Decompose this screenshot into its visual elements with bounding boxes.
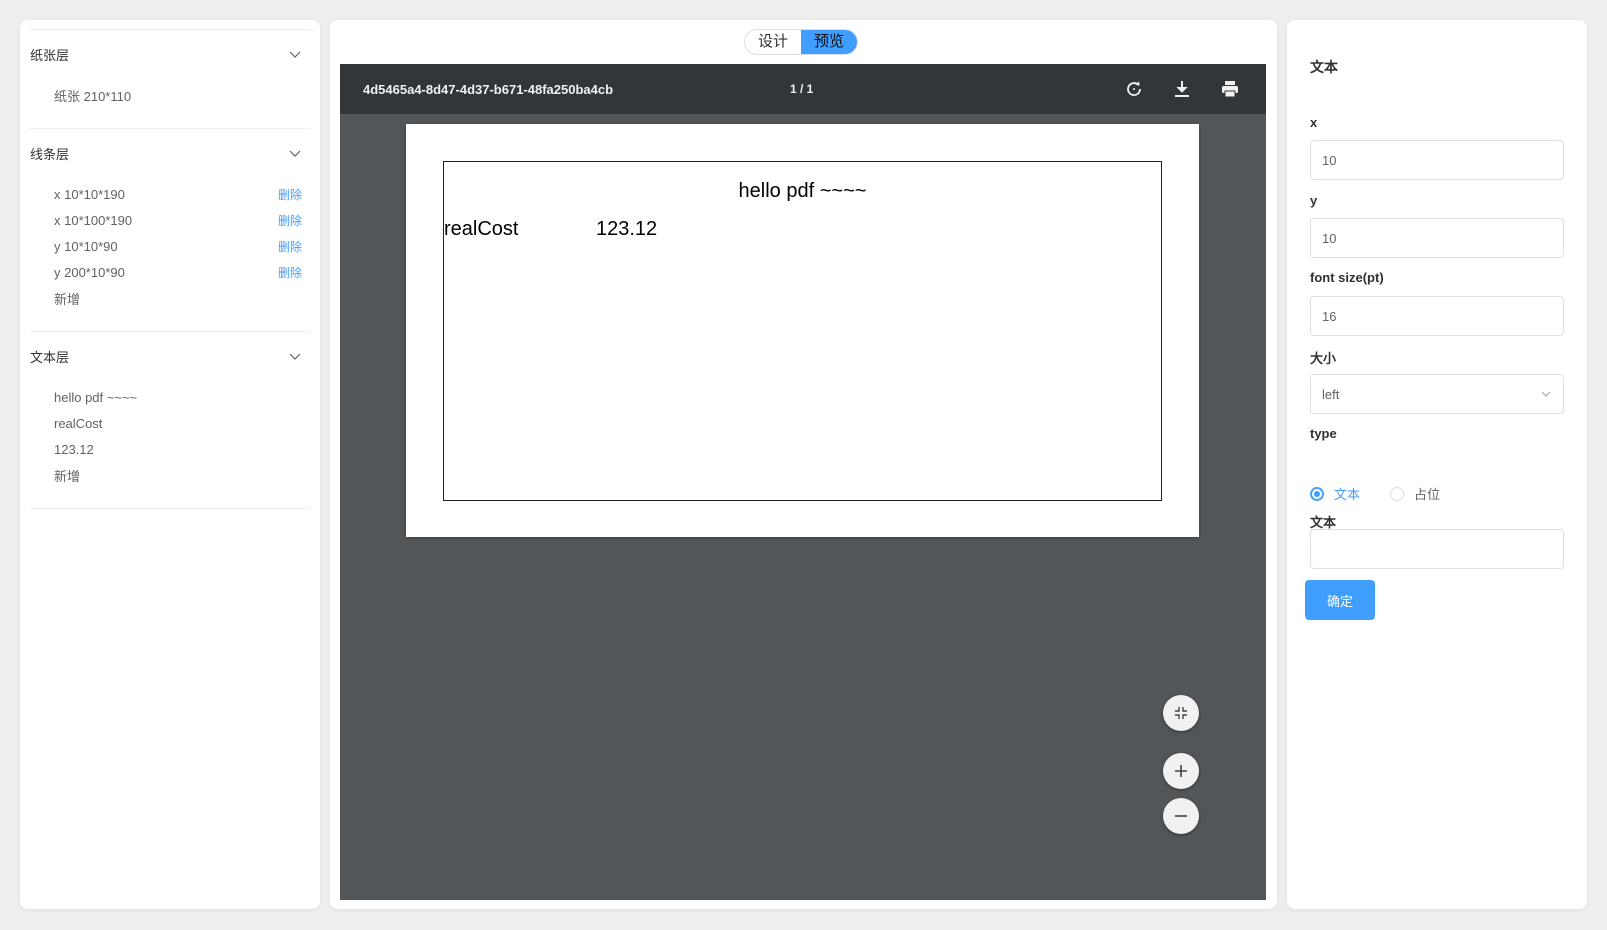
align-label: 大小 [1310,351,1337,366]
preview-mode-button[interactable]: 预览 [801,30,858,54]
preview-panel: 设计 预览 4d5465a4-8d47-4d37-b671-48fa250ba4… [330,20,1277,909]
delete-link[interactable]: 删除 [278,186,302,203]
document-title: 4d5465a4-8d47-4d37-b671-48fa250ba4cb [363,81,614,97]
text-input[interactable] [1310,529,1564,569]
type-radio-placeholder[interactable]: 占位 [1390,484,1440,503]
chevron-down-icon [289,353,301,360]
pdf-page: hello pdf ~~~~ realCost 123.12 [406,124,1199,537]
section-title: 纸张层 [30,47,70,63]
type-radio-text[interactable]: 文本 [1310,484,1360,503]
list-item: x 10*10*190 删除 [54,181,310,207]
delete-link[interactable]: 删除 [278,238,302,255]
chevron-down-icon [289,150,301,157]
zoom-out-icon [1175,815,1187,817]
list-item: realCost [54,410,310,436]
chevron-down-icon [1541,391,1551,397]
type-radio-group: 文本 占位 [1310,484,1440,503]
properties-panel: 文本 x y font size(pt) 大小 left type 文本 占位 … [1287,20,1587,909]
zoom-in-icon [1175,765,1187,777]
type-label: type [1310,426,1337,441]
y-input[interactable] [1310,218,1564,258]
x-input[interactable] [1310,140,1564,180]
layer-panel: 纸张层 纸张 210*110 线条层 x 10*10*190 删除 x 10*1… [20,20,320,909]
item-label[interactable]: hello pdf ~~~~ [54,390,137,405]
section-body: x 10*10*190 删除 x 10*100*190 删除 y 10*10*9… [30,177,310,331]
align-select[interactable]: left [1310,374,1564,414]
print-icon[interactable] [1218,77,1242,101]
add-text-link[interactable]: 新增 [54,466,80,485]
delete-link[interactable]: 删除 [278,264,302,281]
rotate-icon[interactable] [1122,77,1146,101]
add-line-link[interactable]: 新增 [54,289,80,308]
font-size-input[interactable] [1310,296,1564,336]
viewer-toolbar: 4d5465a4-8d47-4d37-b671-48fa250ba4cb 1 /… [340,64,1266,114]
pdf-value-text: 123.12 [596,218,658,240]
font-size-label: font size(pt) [1310,270,1384,285]
layer-collapse: 纸张层 纸张 210*110 线条层 x 10*10*190 删除 x 10*1… [30,29,310,509]
pdf-label-text: realCost [444,218,519,240]
pdf-viewer: 4d5465a4-8d47-4d37-b671-48fa250ba4cb 1 /… [340,64,1266,900]
item-label[interactable]: realCost [54,416,102,431]
x-label: x [1310,115,1318,130]
item-label[interactable]: y 200*10*90 [54,265,125,280]
item-label[interactable]: 123.12 [54,442,94,457]
design-mode-button[interactable]: 设计 [745,30,801,54]
list-item: y 200*10*90 删除 [54,259,310,285]
align-select-value: left [1322,386,1340,402]
section-body: 纸张 210*110 [30,78,310,128]
list-item: hello pdf ~~~~ [54,384,310,410]
radio-dot [1310,486,1324,501]
section-body: hello pdf ~~~~ realCost 123.12 新增 [30,380,310,508]
mode-toggle: 设计 预览 [744,29,859,55]
list-item: 新增 [54,462,310,488]
toolbar-actions [1122,77,1242,101]
pdf-title-text: hello pdf ~~~~ [738,180,867,202]
fit-page-button[interactable] [1163,695,1199,731]
radio-label: 占位 [1414,487,1441,502]
list-item: 123.12 [54,436,310,462]
section-text-layer: 文本层 hello pdf ~~~~ realCost 123.12 新增 [30,332,310,509]
list-item: x 10*100*190 删除 [54,207,310,233]
radio-dot [1390,486,1405,501]
download-icon[interactable] [1170,77,1194,101]
radio-label: 文本 [1334,487,1361,502]
item-label[interactable]: x 10*100*190 [54,213,132,228]
page-indicator: 1 / 1 [790,82,814,96]
section-line-layer: 线条层 x 10*10*190 删除 x 10*100*190 删除 y 10*… [30,129,310,332]
chevron-down-icon [289,51,301,58]
confirm-button[interactable]: 确定 [1305,580,1375,620]
section-title: 线条层 [30,146,70,162]
section-header-lines[interactable]: 线条层 [30,129,310,177]
item-label[interactable]: 纸张 210*110 [54,86,131,105]
fit-page-icon [1175,707,1187,719]
section-header-paper[interactable]: 纸张层 [30,30,310,78]
item-label[interactable]: y 10*10*90 [54,239,118,254]
delete-link[interactable]: 删除 [278,212,302,229]
section-paper-layer: 纸张层 纸张 210*110 [30,30,310,129]
section-title: 文本层 [30,349,70,365]
y-label: y [1310,193,1318,208]
list-item: 新增 [54,285,310,311]
item-label[interactable]: x 10*10*190 [54,187,125,202]
list-item: 纸张 210*110 [54,82,310,108]
list-item: y 10*10*90 删除 [54,233,310,259]
form-title: 文本 [1310,59,1338,75]
section-header-text[interactable]: 文本层 [30,332,310,380]
pdf-border-frame: hello pdf ~~~~ realCost 123.12 [443,161,1162,501]
zoom-in-button[interactable] [1163,753,1199,789]
zoom-out-button[interactable] [1163,798,1199,834]
